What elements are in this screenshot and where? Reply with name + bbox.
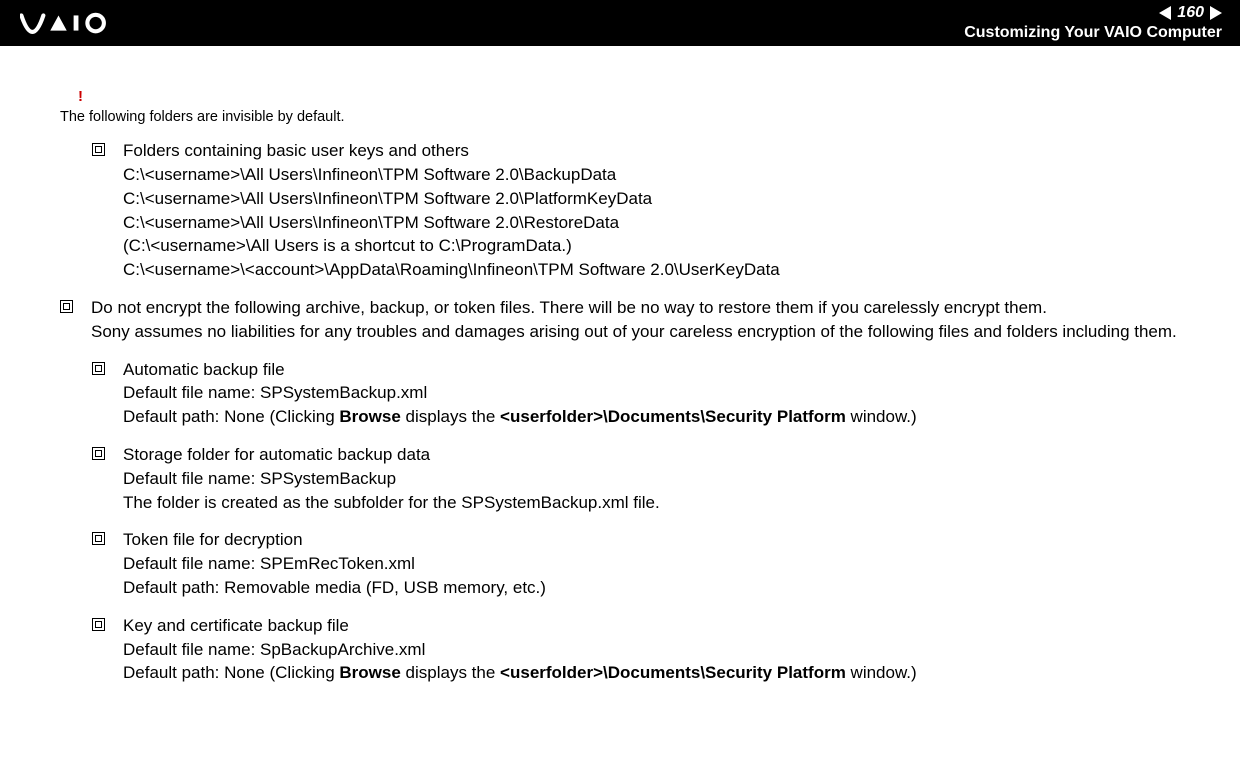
item-title: Token file for decryption	[123, 528, 1210, 552]
list-item: Do not encrypt the following archive, ba…	[60, 296, 1210, 344]
list-item: Token file for decryption Default file n…	[92, 528, 1210, 599]
item-line: The folder is created as the subfolder f…	[123, 491, 1210, 515]
list-item: Storage folder for automatic backup data…	[92, 443, 1210, 514]
page-header: 160 Customizing Your VAIO Computer	[0, 0, 1240, 46]
item-title: Automatic backup file	[123, 358, 1210, 382]
bullet-icon	[92, 447, 105, 460]
warning-line: Sony assumes no liabilities for any trou…	[91, 320, 1210, 344]
page-number: 160	[1177, 4, 1204, 22]
next-page-icon[interactable]	[1210, 6, 1222, 20]
bullet-icon	[92, 618, 105, 631]
item-title: Key and certificate backup file	[123, 614, 1210, 638]
alert-icon: !	[78, 86, 1210, 107]
path-line: C:\<username>\All Users\Infineon\TPM Sof…	[123, 163, 1210, 187]
item-line: Default file name: SpBackupArchive.xml	[123, 638, 1210, 662]
list-item: Automatic backup file Default file name:…	[92, 358, 1210, 429]
alert-text: The following folders are invisible by d…	[60, 107, 1210, 127]
path-line: (C:\<username>\All Users is a shortcut t…	[123, 234, 1210, 258]
header-right: 160 Customizing Your VAIO Computer	[964, 4, 1230, 42]
bullet-icon	[92, 362, 105, 375]
item-line: Default file name: SPSystemBackup.xml	[123, 381, 1210, 405]
item-line: Default file name: SPSystemBackup	[123, 467, 1210, 491]
section-title: Customizing Your VAIO Computer	[964, 24, 1222, 42]
list-item: Key and certificate backup file Default …	[92, 614, 1210, 685]
bullet-icon	[92, 143, 105, 156]
path-line: C:\<username>\All Users\Infineon\TPM Sof…	[123, 187, 1210, 211]
bullet-icon	[92, 532, 105, 545]
item-title: Storage folder for automatic backup data	[123, 443, 1210, 467]
bullet-icon	[60, 300, 73, 313]
prev-page-icon[interactable]	[1159, 6, 1171, 20]
item-line: Default path: None (Clicking Browse disp…	[123, 405, 1210, 429]
path-line: C:\<username>\<account>\AppData\Roaming\…	[123, 258, 1210, 282]
vaio-logo	[20, 12, 130, 34]
item-line: Default path: Removable media (FD, USB m…	[123, 576, 1210, 600]
path-line: C:\<username>\All Users\Infineon\TPM Sof…	[123, 211, 1210, 235]
item-line: Default file name: SPEmRecToken.xml	[123, 552, 1210, 576]
list-item: Folders containing basic user keys and o…	[92, 139, 1210, 282]
warning-line: Do not encrypt the following archive, ba…	[91, 296, 1210, 320]
item-line: Default path: None (Clicking Browse disp…	[123, 661, 1210, 685]
page-content: ! The following folders are invisible by…	[0, 46, 1240, 719]
item-title: Folders containing basic user keys and o…	[123, 139, 1210, 163]
